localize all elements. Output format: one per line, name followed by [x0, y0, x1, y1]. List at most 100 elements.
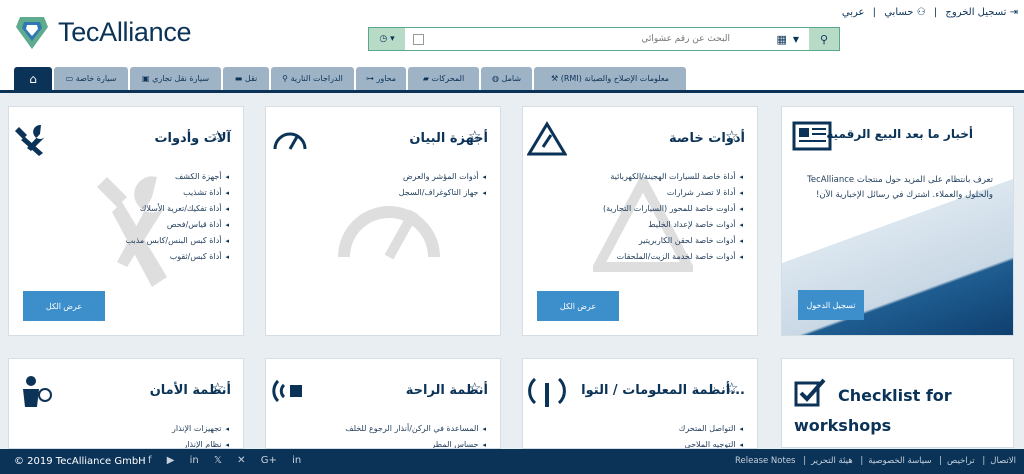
- login-button[interactable]: تسجيل الدخول: [798, 290, 864, 320]
- search-checkbox[interactable]: [413, 33, 424, 45]
- card-list: تجهيزات الإنذار نظام الإنذار: [172, 421, 229, 448]
- account-link[interactable]: حسابي: [884, 7, 913, 18]
- truck-icon: ▬: [234, 74, 243, 83]
- divider: |: [872, 7, 877, 18]
- search-icon: ⚲: [819, 32, 829, 46]
- youtube-icon[interactable]: ▶: [167, 455, 175, 466]
- footer: © 2019 TecAlliance GmbH f ▶ in 𝕏 ✕ G+ in…: [0, 449, 1024, 474]
- licenses-link[interactable]: تراخيص: [947, 456, 975, 466]
- tab-label: سيارة خاصة: [75, 74, 117, 83]
- divider: |: [860, 456, 864, 466]
- list-item[interactable]: أدوات خاصة لحقن الكاربريتير: [603, 233, 743, 249]
- tab-label: سيارة نقل تجاري: [152, 74, 210, 83]
- facebook-icon[interactable]: f: [148, 455, 152, 466]
- divider: |: [939, 456, 943, 466]
- home-icon: ⌂: [29, 71, 37, 86]
- language-link[interactable]: عربي: [842, 7, 865, 18]
- card-title: أدوات خاصة: [669, 131, 745, 146]
- list-item[interactable]: أداة لا تصدر شرارات: [603, 185, 743, 201]
- list-item[interactable]: أداة تشذيب: [126, 185, 229, 201]
- search-input[interactable]: [430, 34, 730, 44]
- list-item[interactable]: أداة كبس/ثقوب: [126, 249, 229, 265]
- list-item[interactable]: التواصل المتحرك: [679, 421, 743, 437]
- account-icon[interactable]: ⚇: [917, 7, 926, 18]
- list-item[interactable]: أداة خاصة للسيارات الهجينة/الكهربائية: [603, 169, 743, 185]
- release-notes-link[interactable]: Release Notes: [735, 456, 795, 466]
- contact-link[interactable]: الاتصال: [990, 456, 1016, 466]
- list-item[interactable]: أداة كبس البنس/كابس مذبب: [126, 233, 229, 249]
- tab-home[interactable]: ⌂: [14, 67, 52, 90]
- card-title: أجهزة البيان: [409, 131, 488, 146]
- motorcycle-icon: ⚲: [282, 74, 289, 83]
- google-plus-icon[interactable]: G+: [261, 455, 277, 466]
- list-item[interactable]: التوجيه الملاحي: [679, 437, 743, 448]
- card-info-communication[interactable]: ☆ ...أنظمة المعلومات / التوا التواصل الم…: [522, 358, 758, 449]
- axle-icon: ⊷: [365, 74, 374, 83]
- nav-underline: [0, 90, 1024, 93]
- tab-label: الدراجات النارية: [290, 74, 343, 83]
- history-dropdown[interactable]: ◷ ▾: [369, 28, 405, 50]
- chevron-down-icon[interactable]: ▼: [793, 35, 799, 44]
- news-card: أخبار ما بعد البيع الرقمية تعرف بانتظام …: [781, 106, 1014, 336]
- tab-label: شامل: [501, 74, 522, 83]
- brand-name: TecAlliance: [58, 16, 192, 47]
- list-item[interactable]: أدوات المؤشر والعرض: [399, 169, 486, 185]
- logout-link[interactable]: تسجيل الخروج: [945, 7, 1006, 18]
- card-tools[interactable]: ☆ آلات وأدوات أجهزة الكشف أداة تشذيب أدا…: [8, 106, 244, 336]
- list-item[interactable]: جهاز التاكوغراف/السجل: [399, 185, 486, 201]
- antenna-icon: [528, 377, 566, 407]
- list-item[interactable]: تجهيزات الإنذار: [172, 421, 229, 437]
- social-links: f ▶ in 𝕏 ✕ G+ in: [148, 455, 313, 466]
- linkedin-icon[interactable]: in: [190, 455, 199, 466]
- list-item[interactable]: أجهزة الكشف: [126, 169, 229, 185]
- checklist-title-text: Checklist for workshops: [794, 386, 952, 435]
- list-item[interactable]: حساس المطر: [345, 437, 486, 448]
- tab-rmi[interactable]: معلومات الإصلاح والصيانة (RMI) ⚒: [534, 67, 686, 90]
- tab-truck[interactable]: نقل ▬: [223, 67, 269, 90]
- show-all-button[interactable]: عرض الكل: [23, 291, 105, 321]
- logo[interactable]: TecAlliance: [0, 0, 216, 64]
- tab-engines[interactable]: المحركات ▰: [408, 67, 479, 90]
- card-list: أداة خاصة للسيارات الهجينة/الكهربائية أد…: [603, 169, 743, 265]
- search-button[interactable]: ⚲: [809, 28, 839, 50]
- card-title: آلات وأدوات: [154, 131, 231, 146]
- card-list: أجهزة الكشف أداة تشذيب أداة تفكيك/تعرية …: [126, 169, 229, 265]
- top-links: ⇥ تسجيل الخروج | ⚇ حسابي | عربي: [842, 7, 1018, 18]
- list-item[interactable]: أدوات خاصة لخدمة الزيت/الملحقات: [603, 249, 743, 265]
- tab-label: المحركات: [431, 74, 465, 83]
- card-special-tools[interactable]: ☆ أدوات خاصة أداة خاصة للسيارات الهجينة/…: [522, 106, 758, 336]
- card-title: ...أنظمة المعلومات / التوا: [581, 383, 745, 398]
- grid-icon[interactable]: ▦: [776, 33, 786, 46]
- checklist-card[interactable]: Checklist for workshops: [781, 358, 1014, 448]
- card-safety[interactable]: ☆ أنظمة الأمان تجهيزات الإنذار نظام الإن…: [8, 358, 244, 449]
- tab-commercial-vehicle[interactable]: سيارة نقل تجاري ▣: [130, 67, 221, 90]
- safety-person-icon: [23, 376, 52, 407]
- show-all-button[interactable]: عرض الكل: [537, 291, 619, 321]
- list-item[interactable]: أدوات خاصة لإعداد الخليط: [603, 217, 743, 233]
- list-item[interactable]: أداوت خاصة للمحور (السيارات التجارية): [603, 201, 743, 217]
- tab-universal[interactable]: شامل ◍: [481, 67, 532, 90]
- card-comfort[interactable]: ☆ أنظمة الراحة المساعدة في الركن/أنذار ا…: [265, 358, 501, 449]
- globe-icon: ◍: [492, 74, 499, 83]
- list-item[interactable]: أداة تفكيك/تعرية الأسلاك: [126, 201, 229, 217]
- list-item[interactable]: المساعدة في الركن/أنذار الرجوع للخلف: [345, 421, 486, 437]
- divider: |: [982, 456, 986, 466]
- twitter-icon[interactable]: 𝕏: [214, 455, 222, 466]
- editorial-link[interactable]: هيئة التحرير: [811, 456, 853, 466]
- xing-icon[interactable]: ✕: [237, 455, 245, 466]
- list-item[interactable]: أداة قياس/فحص: [126, 217, 229, 233]
- tab-motorcycles[interactable]: الدراجات النارية ⚲: [271, 67, 354, 90]
- clock-icon: ◷ ▾: [379, 34, 395, 44]
- divider: |: [803, 456, 807, 466]
- tab-passenger-car[interactable]: سيارة خاصة ▭: [54, 67, 128, 90]
- logout-icon[interactable]: ⇥: [1010, 7, 1018, 18]
- linkedin-icon[interactable]: in: [292, 455, 301, 466]
- privacy-link[interactable]: سياسة الخصوصية: [868, 456, 931, 466]
- list-item[interactable]: نظام الإنذار: [172, 437, 229, 448]
- gauge-icon: [273, 132, 307, 150]
- tecalliance-logo-icon: [16, 17, 48, 49]
- tab-axles[interactable]: محاور ⊷: [356, 67, 406, 90]
- sensor-waves-icon: [272, 379, 302, 403]
- special-tool-icon: [527, 121, 567, 156]
- card-indicators[interactable]: ☆ أجهزة البيان أدوات المؤشر والعرض جهاز …: [265, 106, 501, 336]
